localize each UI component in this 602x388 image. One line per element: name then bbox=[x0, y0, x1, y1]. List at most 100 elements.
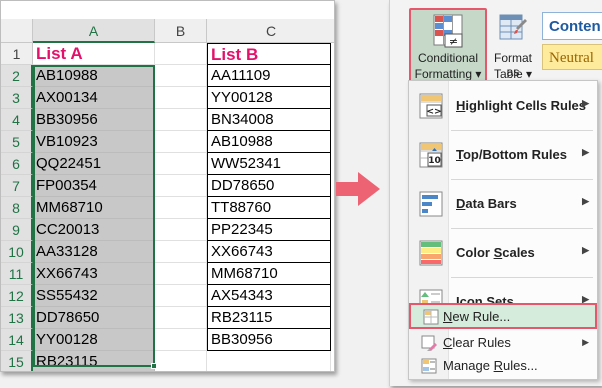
svg-text:≠: ≠ bbox=[449, 35, 458, 48]
column-c-cell[interactable] bbox=[207, 351, 331, 371]
row-header[interactable]: 13 bbox=[1, 307, 33, 329]
list-a-cell[interactable]: RB23115 bbox=[33, 351, 155, 371]
menu-separator bbox=[451, 179, 593, 180]
menu-item-highlight-cells-rules[interactable]: <> Highlight Cells Rules ▶ bbox=[409, 84, 597, 128]
ribbon-styles-group: ≠ Conditional Formatting ▾ Format as Tab… bbox=[389, 0, 602, 386]
submenu-arrow-icon: ▶ bbox=[582, 98, 589, 108]
menu-item-clear-rules[interactable]: Clear Rules ▶ bbox=[409, 331, 597, 355]
row-header[interactable]: 10 bbox=[1, 241, 33, 263]
list-b-cell[interactable]: RB23115 bbox=[207, 307, 331, 329]
list-a-cell[interactable]: DD78650 bbox=[33, 307, 155, 329]
conditional-formatting-label-2: Formatting ▾ bbox=[414, 67, 482, 81]
cell-style-content[interactable]: Conten bbox=[542, 12, 602, 40]
column-b-cell[interactable] bbox=[155, 263, 207, 285]
menu-separator bbox=[451, 228, 593, 229]
select-all-corner[interactable] bbox=[1, 19, 33, 43]
submenu-arrow-icon: ▶ bbox=[582, 245, 589, 255]
list-a-cell[interactable]: CC20013 bbox=[33, 219, 155, 241]
menu-item-manage-rules[interactable]: Manage Rules... bbox=[409, 354, 597, 378]
column-b-cell[interactable] bbox=[155, 153, 207, 175]
column-header-a[interactable]: A bbox=[33, 19, 155, 43]
list-b-cell[interactable]: BB30956 bbox=[207, 329, 331, 351]
submenu-arrow-icon: ▶ bbox=[582, 196, 589, 206]
row-header[interactable]: 12 bbox=[1, 285, 33, 307]
row-header[interactable]: 2 bbox=[1, 65, 33, 87]
column-b-cell[interactable] bbox=[155, 307, 207, 329]
menu-item-top-bottom-rules[interactable]: 10 Top/Bottom Rules ▶ bbox=[409, 133, 597, 177]
row-header[interactable]: 5 bbox=[1, 131, 33, 153]
list-a-cell[interactable]: YY00128 bbox=[33, 329, 155, 351]
row-header[interactable]: 14 bbox=[1, 329, 33, 351]
list-b-cell[interactable]: BN34008 bbox=[207, 109, 331, 131]
column-header-b[interactable]: B bbox=[155, 19, 207, 43]
manage-rules-icon bbox=[421, 358, 437, 374]
conditional-formatting-menu: <> Highlight Cells Rules ▶ 10 Top/Bottom… bbox=[408, 80, 598, 380]
menu-separator bbox=[451, 130, 593, 131]
svg-text:10: 10 bbox=[428, 156, 441, 166]
clear-rules-icon bbox=[421, 335, 437, 351]
top-bottom-rules-icon: 10 bbox=[419, 142, 443, 168]
column-b-cell[interactable] bbox=[155, 87, 207, 109]
column-b-cell[interactable] bbox=[155, 329, 207, 351]
row-header[interactable]: 3 bbox=[1, 87, 33, 109]
list-a-cell[interactable]: BB30956 bbox=[33, 109, 155, 131]
list-b-cell[interactable]: WW52341 bbox=[207, 153, 331, 175]
list-a-cell[interactable]: AB10988 bbox=[33, 65, 155, 87]
column-b-cell[interactable] bbox=[155, 351, 207, 371]
format-as-table-button[interactable]: Format as Table ▾ bbox=[487, 10, 539, 81]
column-b-cell[interactable] bbox=[155, 219, 207, 241]
list-a-cell[interactable]: MM68710 bbox=[33, 197, 155, 219]
list-b-cell[interactable]: MM68710 bbox=[207, 263, 331, 285]
row-header[interactable]: 15 bbox=[1, 351, 33, 371]
list-a-cell[interactable]: QQ22451 bbox=[33, 153, 155, 175]
data-bars-icon bbox=[419, 191, 443, 217]
conditional-formatting-label-1: Conditional bbox=[417, 51, 479, 65]
list-b-cell[interactable]: AA11109 bbox=[207, 65, 331, 87]
row-header[interactable]: 6 bbox=[1, 153, 33, 175]
row-header[interactable]: 1 bbox=[1, 43, 33, 65]
row-header[interactable]: 7 bbox=[1, 175, 33, 197]
row-header[interactable]: 9 bbox=[1, 219, 33, 241]
list-a-cell[interactable]: AA33128 bbox=[33, 241, 155, 263]
column-b-cell[interactable] bbox=[155, 43, 207, 65]
conditional-formatting-button[interactable]: ≠ Conditional Formatting ▾ bbox=[409, 8, 487, 82]
list-a-cell[interactable]: SS55432 bbox=[33, 285, 155, 307]
row-header[interactable]: 8 bbox=[1, 197, 33, 219]
column-b-cell[interactable] bbox=[155, 241, 207, 263]
list-a-header[interactable]: List A bbox=[33, 43, 155, 65]
menu-separator bbox=[451, 277, 593, 278]
menu-item-label: Top/Bottom Rules bbox=[456, 147, 567, 162]
menu-item-color-scales[interactable]: Color Scales ▶ bbox=[409, 231, 597, 275]
list-b-cell[interactable]: DD78650 bbox=[207, 175, 331, 197]
column-b-cell[interactable] bbox=[155, 131, 207, 153]
menu-item-data-bars[interactable]: Data Bars ▶ bbox=[409, 182, 597, 226]
highlight-cells-rules-icon: <> bbox=[419, 93, 443, 119]
list-b-cell[interactable]: YY00128 bbox=[207, 87, 331, 109]
menu-item-label: Color Scales bbox=[456, 245, 535, 260]
list-a-cell[interactable]: VB10923 bbox=[33, 131, 155, 153]
column-b-cell[interactable] bbox=[155, 285, 207, 307]
menu-item-new-rule[interactable]: New Rule... bbox=[409, 303, 597, 329]
list-a-cell[interactable]: XX66743 bbox=[33, 263, 155, 285]
list-a-cell[interactable]: FP00354 bbox=[33, 175, 155, 197]
list-b-cell[interactable]: XX66743 bbox=[207, 241, 331, 263]
list-b-header[interactable]: List B bbox=[207, 43, 331, 65]
row-header[interactable]: 11 bbox=[1, 263, 33, 285]
column-b-cell[interactable] bbox=[155, 65, 207, 87]
list-a-cell[interactable]: AX00134 bbox=[33, 87, 155, 109]
svg-text:<>: <> bbox=[426, 107, 441, 117]
menu-item-label: Clear Rules bbox=[443, 335, 511, 350]
list-b-cell[interactable]: TT88760 bbox=[207, 197, 331, 219]
cell-style-neutral[interactable]: Neutral bbox=[542, 44, 602, 70]
list-b-cell[interactable]: AB10988 bbox=[207, 131, 331, 153]
column-b-cell[interactable] bbox=[155, 197, 207, 219]
column-b-cell[interactable] bbox=[155, 175, 207, 197]
format-as-table-icon bbox=[499, 14, 527, 40]
list-b-cell[interactable]: PP22345 bbox=[207, 219, 331, 241]
menu-item-label: Manage Rules... bbox=[443, 358, 538, 373]
column-header-c[interactable]: C bbox=[207, 19, 334, 43]
row-header[interactable]: 4 bbox=[1, 109, 33, 131]
column-b-cell[interactable] bbox=[155, 109, 207, 131]
list-b-cell[interactable]: AX54343 bbox=[207, 285, 331, 307]
right-arrow-icon bbox=[336, 172, 380, 206]
